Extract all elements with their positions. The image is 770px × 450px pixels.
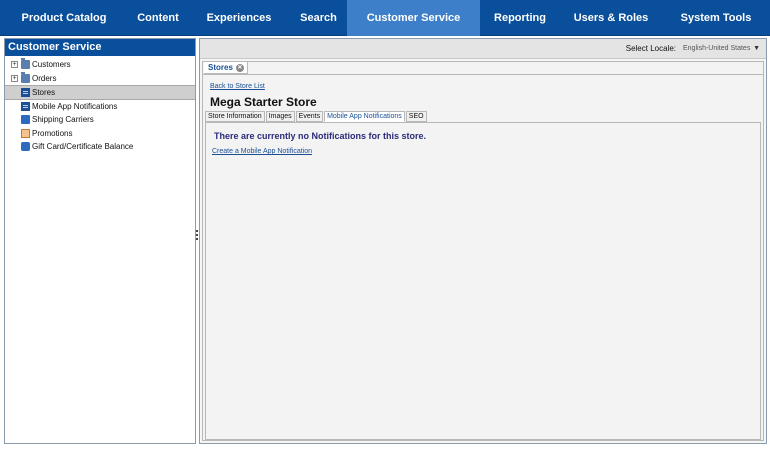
store-subtabs: Store Information Images Events Mobile A… xyxy=(205,111,428,122)
page-title: Mega Starter Store xyxy=(210,95,317,109)
main-panel: Select Locale: English-United States ▼ S… xyxy=(199,38,767,444)
tab-mobile-app-notifications[interactable]: Mobile App Notifications xyxy=(324,111,405,122)
folder-icon xyxy=(21,58,30,69)
nav-tab-search[interactable]: Search xyxy=(290,0,347,36)
empty-state-message: There are currently no Notifications for… xyxy=(214,131,427,141)
sidebar-item-mobile-app-notifications[interactable]: Mobile App Notifications xyxy=(5,100,195,114)
expand-icon[interactable]: + xyxy=(11,61,18,68)
locale-label: Select Locale: xyxy=(625,44,676,53)
sidebar-item-label: Orders xyxy=(32,73,57,83)
nav-tab-customer-service[interactable]: Customer Service xyxy=(347,0,480,36)
close-icon[interactable]: ✕ xyxy=(235,64,244,72)
sidebar-item-label: Shipping Carriers xyxy=(32,115,94,124)
sidebar-item-shipping-carriers[interactable]: Shipping Carriers xyxy=(5,113,195,127)
notifications-content: There are currently no Notifications for… xyxy=(205,122,761,440)
sidebar-item-label: Mobile App Notifications xyxy=(32,101,118,111)
truck-icon xyxy=(21,115,30,124)
sidebar-panel: Customer Service + Customers + Orders St… xyxy=(4,38,196,444)
promotion-icon xyxy=(21,128,30,138)
store-icon xyxy=(21,101,30,111)
nav-tab-experiences[interactable]: Experiences xyxy=(188,0,290,36)
nav-tab-product-catalog[interactable]: Product Catalog xyxy=(0,0,128,36)
tab-label: Stores xyxy=(208,63,233,72)
tab-stores[interactable]: Stores ✕ xyxy=(204,62,248,74)
sidebar-item-label: Promotions xyxy=(32,128,73,138)
sidebar-item-label: Customers xyxy=(32,60,71,69)
store-icon xyxy=(21,88,30,97)
sidebar-item-orders[interactable]: + Orders xyxy=(5,71,195,86)
sidebar-item-promotions[interactable]: Promotions xyxy=(5,127,195,141)
sidebar-tree: + Customers + Orders Stores Mobile App N… xyxy=(5,56,195,154)
sidebar-item-label: Stores xyxy=(32,88,56,97)
nav-tab-users-roles[interactable]: Users & Roles xyxy=(560,0,662,36)
tab-seo[interactable]: SEO xyxy=(405,111,427,122)
create-notification-link[interactable]: Create a Mobile App Notification xyxy=(212,148,312,155)
sidebar-item-customers[interactable]: + Customers xyxy=(5,58,195,72)
tab-events[interactable]: Events xyxy=(295,111,324,122)
locale-value: English-United States xyxy=(683,45,751,52)
locale-select[interactable]: English-United States ▼ xyxy=(680,42,762,55)
nav-tab-reporting[interactable]: Reporting xyxy=(480,0,560,36)
top-navigation: Product Catalog Content Experiences Sear… xyxy=(0,0,770,36)
sidebar-title: Customer Service xyxy=(5,39,195,56)
tab-store-information[interactable]: Store Information xyxy=(205,111,265,122)
workspace: Stores ✕ Back to Store List Mega Starter… xyxy=(202,61,764,441)
tab-divider xyxy=(203,74,763,75)
locale-bar: Select Locale: English-United States ▼ xyxy=(200,39,766,59)
back-to-store-list-link[interactable]: Back to Store List xyxy=(210,83,265,90)
sidebar-item-label: Gift Card/Certificate Balance xyxy=(32,142,134,151)
nav-tab-content[interactable]: Content xyxy=(128,0,188,36)
chevron-down-icon: ▼ xyxy=(753,45,760,52)
expand-icon[interactable]: + xyxy=(11,74,18,82)
tab-images[interactable]: Images xyxy=(265,111,295,122)
nav-tab-system-tools[interactable]: System Tools xyxy=(662,0,770,36)
sidebar-item-stores[interactable]: Stores xyxy=(5,85,195,100)
sidebar-item-gift-card-balance[interactable]: Gift Card/Certificate Balance xyxy=(5,140,195,154)
folder-icon xyxy=(21,71,30,83)
gift-card-icon xyxy=(21,142,30,151)
